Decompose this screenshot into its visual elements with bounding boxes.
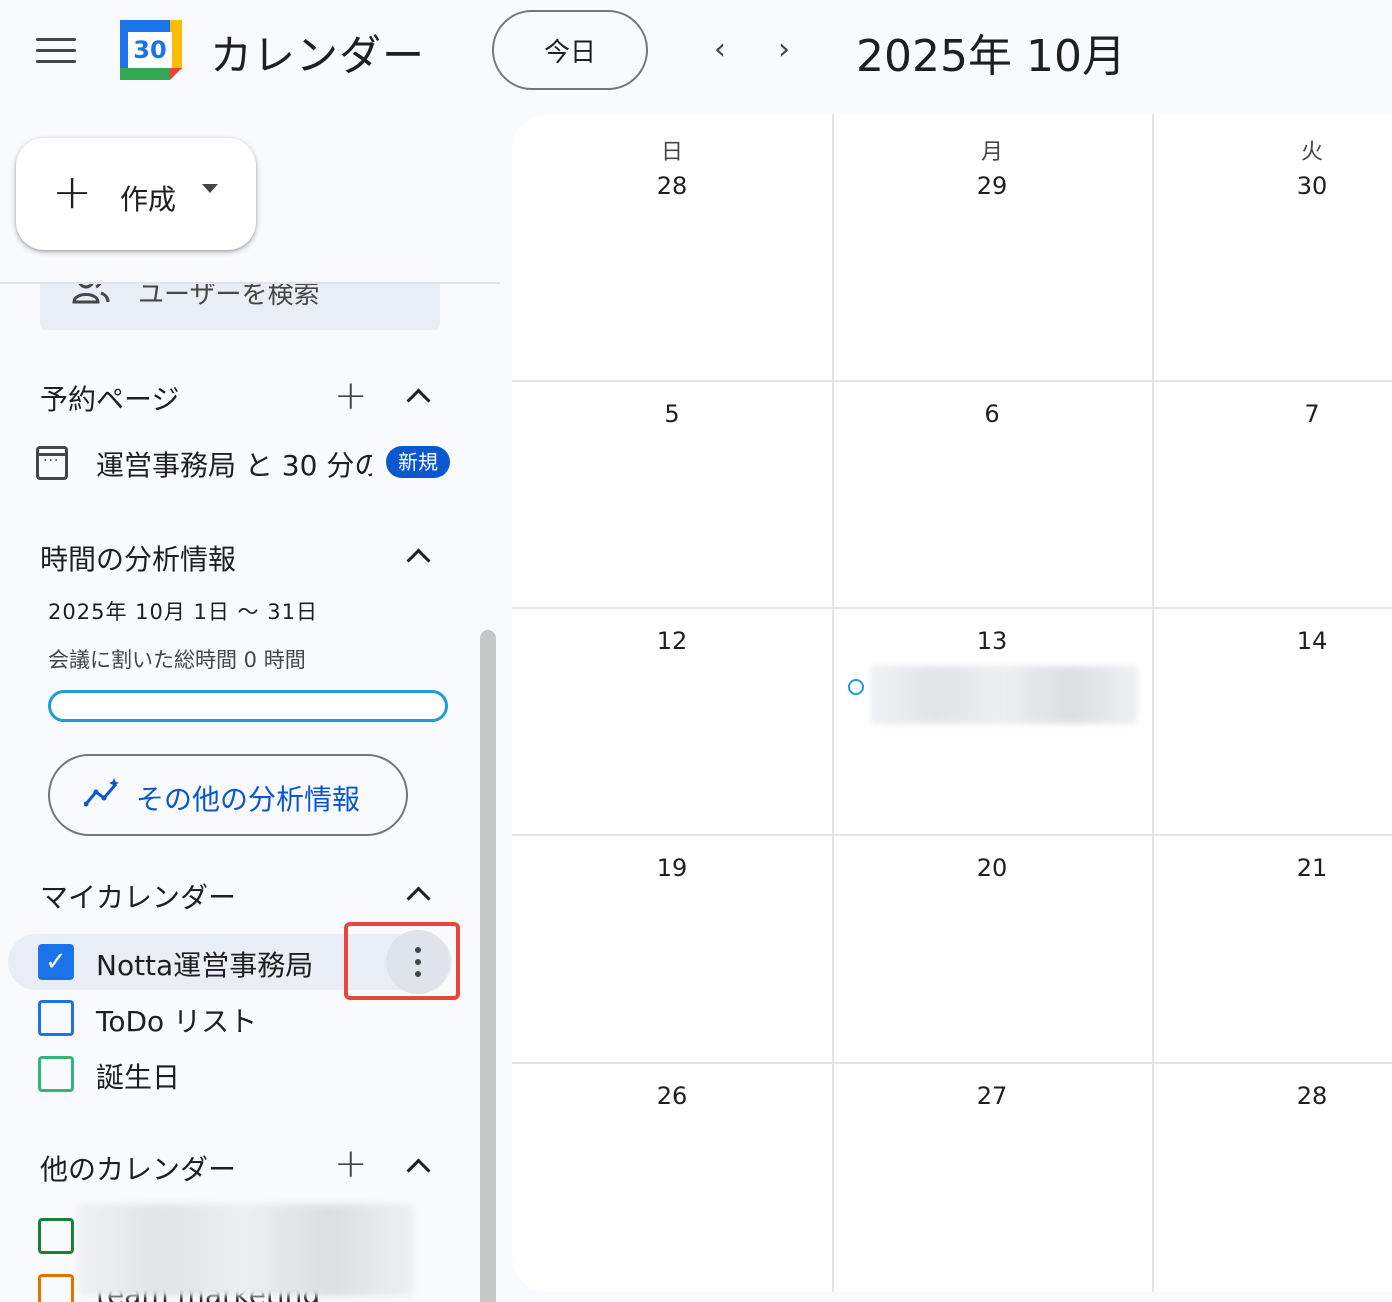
date-cell-number[interactable]: 7 (1152, 400, 1392, 428)
grid-row-divider (512, 834, 1392, 836)
collapse-booking-chevron-up-icon[interactable] (404, 382, 432, 410)
date-cell-number[interactable]: 12 (512, 627, 832, 655)
plus-icon: + (52, 164, 93, 220)
calendar-event-icon (36, 446, 68, 480)
highlight-annotation-box (344, 922, 460, 1000)
app-title: カレンダー (210, 31, 426, 80)
grid-row-divider (512, 1062, 1392, 1064)
date-cell-number[interactable]: 29 (832, 172, 1152, 200)
grid-column-divider (832, 114, 834, 1292)
checkbox-unchecked-icon[interactable] (38, 1056, 74, 1092)
logo-date-number: 30 (128, 32, 172, 68)
people-icon (72, 284, 110, 313)
calendar-logo-icon: 30 (118, 18, 184, 82)
create-button[interactable]: + 作成 (16, 138, 256, 250)
new-badge: 新規 (386, 446, 450, 478)
collapse-other-calendars-chevron-up-icon[interactable] (404, 1152, 432, 1180)
date-cell-number[interactable]: 28 (1152, 1082, 1392, 1110)
create-label: 作成 (120, 183, 177, 216)
checkbox-unchecked-icon[interactable] (38, 1274, 74, 1302)
booking-page-item[interactable]: 運営事務局 と 30 分の予約 (96, 444, 372, 484)
top-bar: 30 カレンダー 今日 ‹ › 2025年 10月 (0, 0, 1392, 110)
my-calendars-title: マイカレンダー (40, 881, 237, 914)
sidebar-scrollbar[interactable] (480, 630, 496, 1302)
more-insights-label: その他の分析情報 (136, 783, 361, 816)
date-cell-number[interactable]: 13 (832, 627, 1152, 655)
event-status-circle-icon (848, 679, 864, 695)
date-cell-number[interactable]: 28 (512, 172, 832, 200)
date-cell-number[interactable]: 21 (1152, 854, 1392, 882)
collapse-my-calendars-chevron-up-icon[interactable] (404, 880, 432, 908)
more-insights-button[interactable]: その他の分析情報 (48, 754, 408, 836)
date-cell-number[interactable]: 27 (832, 1082, 1152, 1110)
add-booking-page-plus-icon[interactable]: + (334, 376, 368, 416)
dropdown-caret-icon (202, 184, 218, 193)
grid-row-divider (512, 607, 1392, 609)
month-grid: 日 月 火 28 29 30 5 6 7 12 13 14 19 20 21 2… (512, 114, 1392, 1292)
time-insights-title: 時間の分析情報 (40, 543, 237, 576)
add-other-calendar-plus-icon[interactable]: + (334, 1144, 368, 1184)
date-cell-number[interactable]: 5 (512, 400, 832, 428)
current-month-title: 2025年 10月 (856, 31, 1126, 82)
date-cell-number[interactable]: 14 (1152, 627, 1392, 655)
blurred-event-chip[interactable] (870, 666, 1138, 724)
date-cell-number[interactable]: 26 (512, 1082, 832, 1110)
date-cell-number[interactable]: 19 (512, 854, 832, 882)
prev-month-chevron-left-icon[interactable]: ‹ (698, 28, 742, 72)
checkbox-checked-icon[interactable]: ✓ (38, 944, 74, 980)
date-cell-number[interactable]: 30 (1152, 172, 1392, 200)
calendar-label: 誕生日 (96, 1061, 181, 1094)
booking-pages-title: 予約ページ (40, 383, 180, 416)
weekday-header-sun: 日 (660, 140, 683, 165)
blurred-redacted-calendar-names (78, 1204, 414, 1296)
calendar-label: Notta運営事務局 (96, 949, 314, 982)
checkbox-unchecked-icon[interactable] (38, 1218, 74, 1254)
calendar-label: ToDo リスト (96, 1005, 258, 1038)
search-users-field[interactable]: ユーザーを検索 (40, 284, 440, 330)
weekday-header-mon: 月 (980, 140, 1003, 165)
insights-sparkle-icon (83, 778, 120, 816)
grid-row-divider (512, 380, 1392, 382)
search-users-label: ユーザーを検索 (138, 284, 320, 310)
today-button[interactable]: 今日 (492, 10, 648, 90)
collapse-insights-chevron-up-icon[interactable] (404, 542, 432, 570)
insights-total-meeting-time: 会議に割いた総時間 0 時間 (48, 648, 306, 672)
insights-date-range: 2025年 10月 1日 ～ 31日 (48, 600, 318, 624)
main-menu-icon[interactable] (36, 38, 76, 66)
weekday-header-tue: 火 (1300, 140, 1323, 165)
date-cell-number[interactable]: 20 (832, 854, 1152, 882)
grid-column-divider (1152, 114, 1154, 1292)
next-month-chevron-right-icon[interactable]: › (762, 28, 806, 72)
date-cell-number[interactable]: 6 (832, 400, 1152, 428)
sidebar-divider (0, 282, 500, 284)
checkbox-unchecked-icon[interactable] (38, 1000, 74, 1036)
my-calendar-item-birthdays[interactable]: 誕生日 (8, 1046, 452, 1102)
insights-progress-bar (48, 690, 448, 722)
bottom-edge (512, 1292, 1392, 1302)
other-calendars-title: 他のカレンダー (40, 1153, 237, 1186)
